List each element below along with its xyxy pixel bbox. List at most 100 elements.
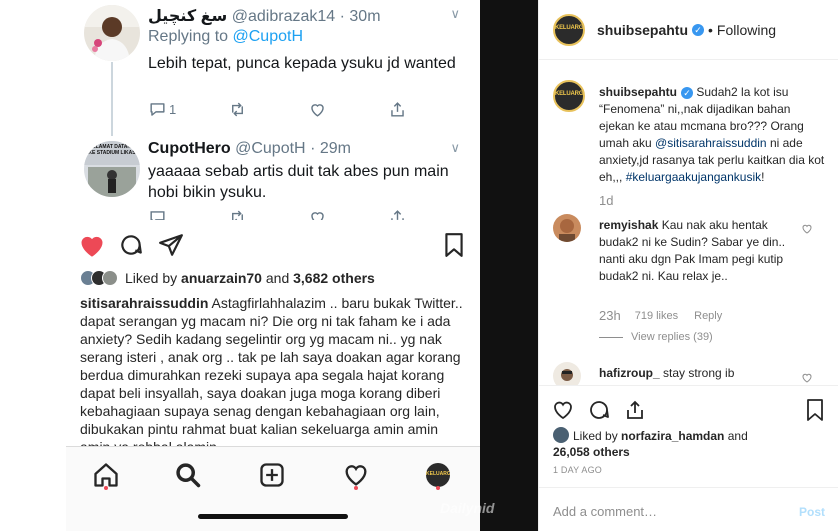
avatar-photo-icon (84, 5, 140, 61)
tweet-2-actions (148, 208, 448, 220)
reply-icon (150, 211, 165, 220)
retweet-icon (232, 102, 243, 117)
chevron-down-icon[interactable]: ∨ (450, 140, 460, 156)
tweet-1-handle: @adibrazak14 (231, 8, 336, 25)
avatar-photo-icon (553, 214, 581, 242)
panel-caption-text-3: ! (761, 170, 765, 184)
like-button[interactable] (308, 208, 327, 220)
profile-notification-dot (436, 486, 440, 490)
home-indicator (198, 514, 348, 519)
verified-badge-icon: ✓ (692, 24, 705, 36)
likes-count-link[interactable]: 3,682 others (293, 270, 375, 286)
post-side-panel: KELUARGA shuibsepahtu ✓ • Following KELU… (538, 0, 838, 531)
reply-button[interactable]: 1 (148, 100, 176, 119)
post-actions (66, 230, 480, 260)
search-icon[interactable] (174, 461, 202, 489)
send-icon[interactable] (158, 232, 184, 258)
replying-prefix: Replying to (148, 28, 233, 45)
caption-mention-link[interactable]: @sitisarahraissuddin (655, 136, 767, 150)
post-time-ago[interactable]: 1 DAY AGO (553, 465, 602, 475)
comment-like-heart-icon[interactable] (801, 372, 813, 384)
activity-heart-icon[interactable] (342, 461, 370, 489)
caption-user-link[interactable]: sitisarahraissuddin (80, 295, 208, 311)
tweet-1-author[interactable]: سغ كنچيل @adibrazak14 · 30m (148, 6, 381, 26)
view-replies-button[interactable]: View replies (39) (599, 331, 713, 343)
tweet-1-actions: 1 (148, 100, 448, 122)
header-avatar-logo: KELUARGA (555, 25, 585, 31)
tweet-1-avatar[interactable] (84, 5, 140, 61)
comment-icon[interactable] (118, 232, 144, 258)
panel-liked-by: Liked by norfazira_hamdan and 26,058 oth… (553, 427, 783, 460)
home-notification-dot (104, 486, 108, 490)
watermark: Dailynid (440, 500, 495, 516)
liked-by: Liked by anuarzain70 and 3,682 others (80, 268, 375, 288)
reply-button[interactable] (148, 208, 167, 220)
post-comment-button[interactable]: Post (799, 505, 825, 519)
comment-avatar[interactable] (553, 214, 581, 242)
add-comment-input[interactable]: Add a comment… (553, 504, 657, 519)
profile-avatar[interactable]: KELUARGA (426, 463, 450, 487)
comment-icon[interactable] (587, 398, 611, 422)
post-header: KELUARGA shuibsepahtu ✓ • Following (539, 0, 838, 60)
like-button[interactable] (308, 100, 327, 119)
bookmark-icon[interactable] (803, 398, 827, 422)
share-icon[interactable] (623, 398, 647, 422)
replying-to-link[interactable]: @CupotH (233, 28, 304, 45)
header-avatar[interactable]: KELUARGA (553, 14, 585, 46)
panel-liked-and: and (724, 429, 748, 443)
activity-notification-dot (354, 486, 358, 490)
new-post-icon[interactable] (258, 461, 286, 489)
following-button[interactable]: Following (717, 22, 776, 38)
caption-text: Astagfirlahhalazim .. baru bukak Twitter… (80, 295, 463, 455)
comment-1: remyishak Kau nak aku hentak budak2 ni k… (599, 217, 809, 285)
comment-1-user-link[interactable]: remyishak (599, 218, 658, 232)
chevron-down-icon[interactable]: ∨ (450, 6, 460, 22)
liker-avatar (553, 427, 569, 443)
retweet-button[interactable] (228, 208, 247, 220)
thread-line (111, 62, 113, 136)
tweet-2-author[interactable]: CupotHero @CupotH · 29m (148, 140, 351, 158)
caption-hashtag-link[interactable]: #keluargaakujangankusik (626, 170, 761, 184)
share-button[interactable] (388, 208, 407, 220)
comment-1-likes[interactable]: 719 likes (635, 310, 678, 322)
share-icon (391, 210, 404, 220)
home-icon[interactable] (92, 461, 120, 489)
panel-caption-user-link[interactable]: shuibsepahtu (599, 85, 677, 99)
comment-2-user-link[interactable]: hafizroup_ (599, 366, 660, 380)
panel-liked-prefix: Liked by (573, 429, 622, 443)
comment-1-reply-button[interactable]: Reply (694, 310, 722, 322)
post-caption: sitisarahraissuddin Astagfirlahhalazim .… (80, 294, 472, 456)
comment-like-heart-icon[interactable] (801, 223, 813, 235)
view-replies-label: View replies (39) (631, 331, 713, 343)
phone-side-gap (480, 0, 538, 531)
follow-separator: • (708, 22, 713, 38)
tweet-2-avatar[interactable]: SELAMAT DATANG KE STADIUM LIKAS (84, 141, 140, 197)
retweet-button[interactable] (228, 100, 247, 119)
panel-liked-user-link[interactable]: norfazira_hamdan (621, 429, 724, 443)
tweet-1-time: · 30m (339, 8, 381, 25)
heart-filled-icon[interactable] (78, 232, 106, 258)
liker-avatar (102, 270, 118, 286)
caption-time: 1d (599, 193, 614, 208)
tweet-2-name: CupotHero (148, 140, 231, 157)
comment-2: hafizroup_ stay strong ib (599, 365, 809, 382)
caption-avatar[interactable]: KELUARGA (553, 80, 585, 112)
profile-logo-text: KELUARGA (426, 471, 450, 477)
tweet-1-replying: Replying to @CupotH (148, 28, 303, 46)
tweet-2-avatar-text: SELAMAT DATANG KE STADIUM LIKAS (88, 144, 136, 156)
share-button[interactable] (388, 100, 407, 119)
heart-icon (311, 104, 324, 117)
liked-by-prefix: Liked by (125, 270, 182, 286)
like-heart-icon[interactable] (551, 398, 575, 422)
left-gutter (0, 0, 66, 531)
header-username-link[interactable]: shuibsepahtu (597, 22, 688, 38)
phone-screenshot: سغ كنچيل @adibrazak14 · 30m ∨ Replying t… (66, 0, 480, 531)
tweet-2-handle: @CupotH (235, 140, 306, 157)
share-icon (391, 102, 404, 117)
bookmark-icon[interactable] (442, 232, 466, 258)
comment-2-text: stay strong ib (659, 366, 735, 380)
liked-user-link[interactable]: anuarzain70 (181, 270, 262, 286)
comment-1-meta: 23h 719 likes Reply (599, 308, 722, 323)
panel-likes-count-link[interactable]: 26,058 others (553, 445, 630, 459)
tweet-1-text: Lebih tepat, punca kepada ysuku jd wante… (148, 55, 456, 72)
